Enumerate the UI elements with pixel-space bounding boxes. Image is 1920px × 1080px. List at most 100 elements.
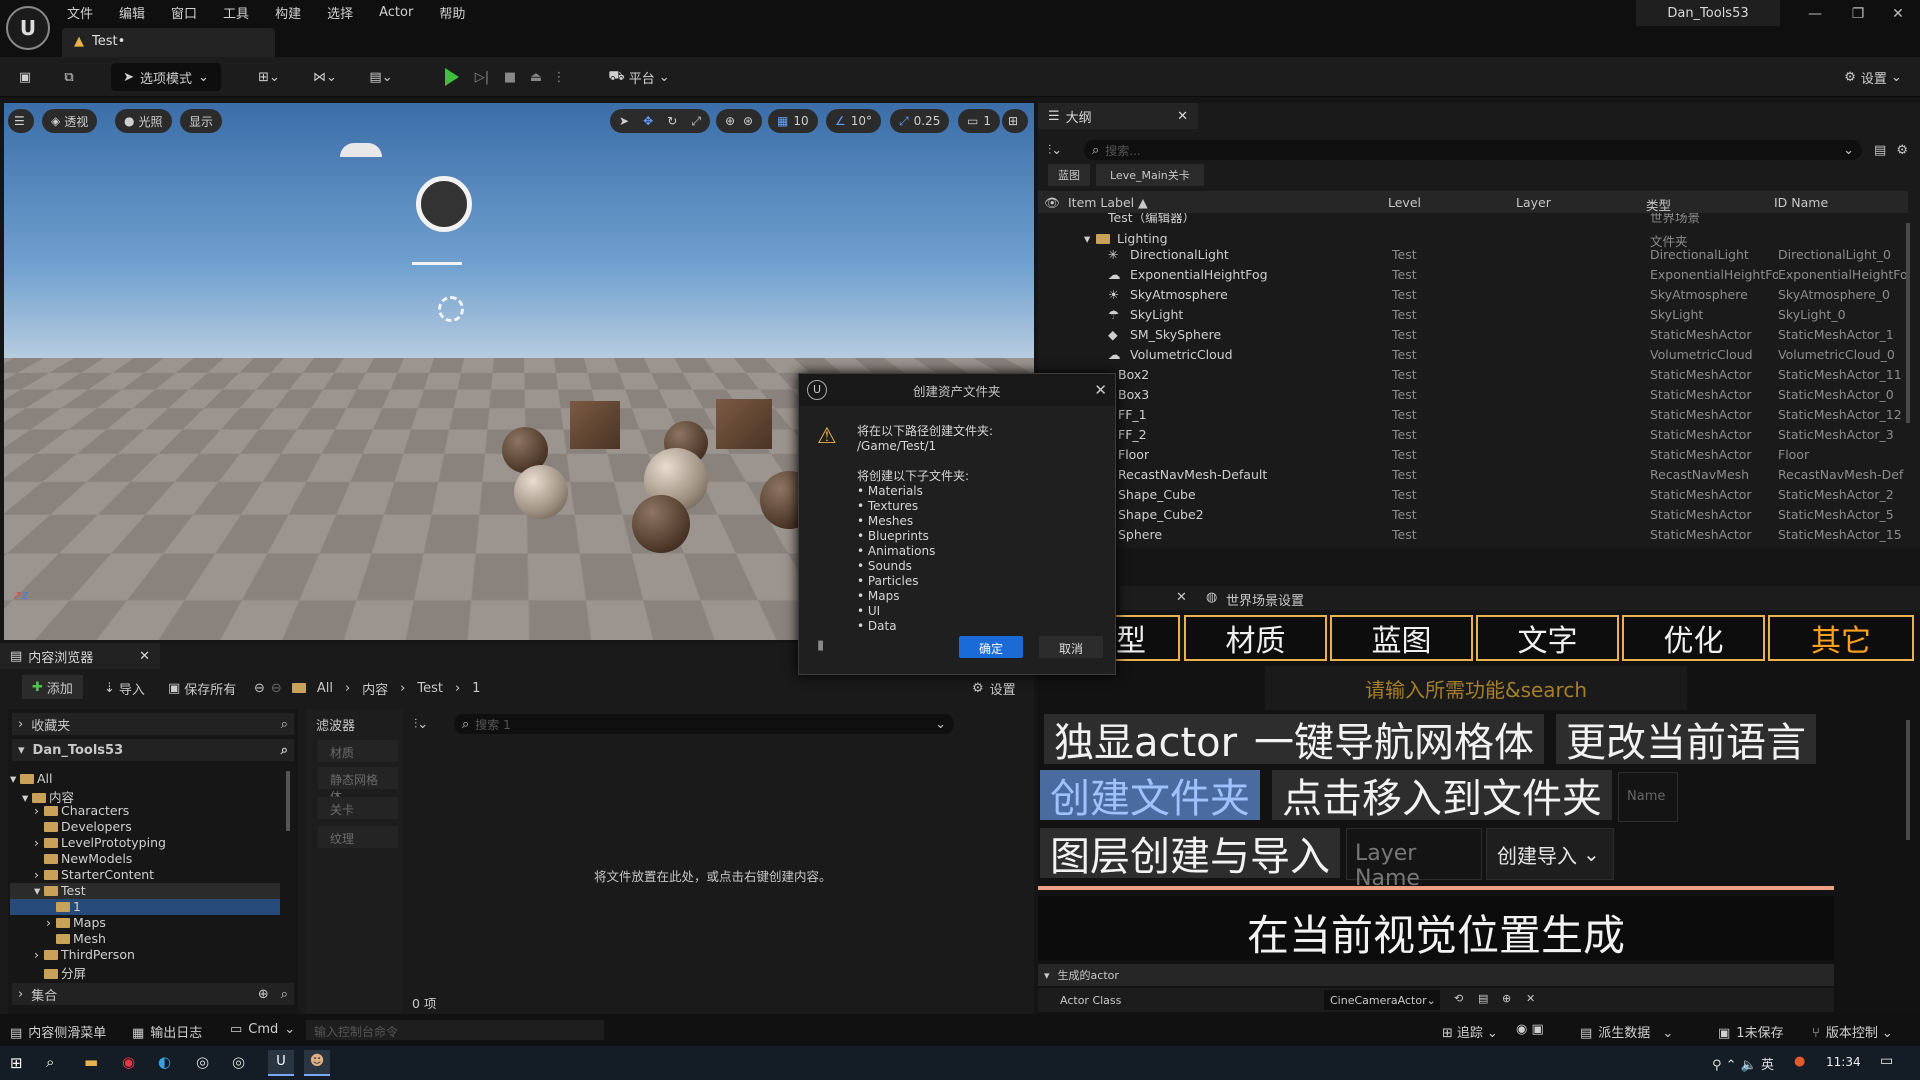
menu-edit[interactable]: 编辑: [119, 3, 145, 22]
asset-search-input[interactable]: ⌕ 搜索 1 ⌄: [454, 714, 954, 734]
app-icon[interactable]: ◎: [196, 1053, 209, 1071]
outliner-row[interactable]: Shape_Cube Test StaticMeshActor StaticMeshA…: [1038, 484, 1908, 504]
tree-folder[interactable]: ▾ 内容: [10, 787, 74, 805]
coord-tools[interactable]: ⊕ ⊛: [716, 109, 762, 133]
box-mesh[interactable]: [570, 401, 620, 449]
filter-icon[interactable]: ⫶⌄: [414, 717, 454, 732]
windows-start-icon[interactable]: ⊞: [10, 1054, 23, 1072]
tree-folder[interactable]: NewModels: [10, 851, 132, 867]
search-icon[interactable]: ⌕: [281, 717, 288, 732]
eye-icon[interactable]: 👁: [1044, 195, 1060, 211]
tree-folder[interactable]: › LevelPrototyping: [10, 835, 166, 851]
layer-name-input[interactable]: Layer Name: [1346, 828, 1482, 891]
output-log-button[interactable]: ▦ 输出日志: [132, 1022, 202, 1041]
menu-help[interactable]: 帮助: [439, 3, 465, 22]
browse-icon[interactable]: ⧉: [56, 63, 82, 91]
outliner-scrollbar[interactable]: [1906, 223, 1910, 423]
clipboard-icon[interactable]: ▮: [817, 638, 824, 653]
ok-button[interactable]: 确定: [959, 636, 1023, 658]
app-icon[interactable]: ◎: [232, 1053, 245, 1071]
category-blueprint[interactable]: 蓝图: [1330, 615, 1473, 661]
save-icon[interactable]: ▣: [12, 63, 38, 91]
mode-selector[interactable]: ➤ 选项模式 ⌄: [111, 63, 221, 91]
folder-browse-icon[interactable]: ▤: [1478, 992, 1488, 1005]
add-icon[interactable]: ⊕: [1502, 992, 1511, 1005]
clear-icon[interactable]: ✕: [1526, 992, 1535, 1005]
file-explorer-icon[interactable]: ▬: [84, 1053, 98, 1071]
menu-tools[interactable]: 工具: [223, 3, 249, 22]
filter-texture[interactable]: 纹理: [318, 826, 398, 848]
perspective-button[interactable]: ◈ 透视: [42, 109, 98, 133]
tree-folder[interactable]: › ThirdPerson: [10, 947, 135, 963]
create-folder-button[interactable]: 创建文件夹: [1040, 770, 1260, 822]
spawn-at-view-button[interactable]: 在当前视觉位置生成: [1038, 896, 1834, 960]
trace-dropdown[interactable]: ⊞ 追踪 ⌄: [1442, 1022, 1498, 1041]
outliner-root-row[interactable]: Test（编辑器） 世界场景: [1038, 213, 1908, 225]
show-button[interactable]: 显示: [180, 109, 223, 133]
spawn-section-header[interactable]: ▾ 生成的actor: [1038, 964, 1834, 986]
scale-snap[interactable]: ⤢ 0.25: [890, 109, 950, 133]
app-icon[interactable]: ☻: [304, 1050, 330, 1076]
box-mesh[interactable]: [716, 399, 772, 449]
outliner-row[interactable]: ☁ VolumetricCloud Test VolumetricCloud Volum…: [1038, 344, 1908, 364]
more-icon[interactable]: ⋮: [552, 63, 566, 91]
menu-actor[interactable]: Actor: [379, 5, 413, 20]
record-icon[interactable]: ◉ ▣: [1516, 1022, 1544, 1037]
project-header[interactable]: ▾ Dan_Tools53 ⌕: [12, 739, 294, 761]
close-icon[interactable]: ✕: [1177, 109, 1188, 124]
change-language-button[interactable]: 更改当前语言: [1556, 714, 1816, 766]
restore-icon[interactable]: ❐: [1843, 6, 1873, 22]
world-settings-tab[interactable]: 世界场景设置: [1226, 590, 1304, 609]
layout-icon[interactable]: ⊞: [1002, 109, 1028, 133]
outliner-tab[interactable]: ☰ 大纲 ✕: [1038, 103, 1198, 129]
collections-header[interactable]: › 集合 ⊕ ⌕: [12, 983, 294, 1005]
play-button[interactable]: [440, 63, 464, 91]
close-icon[interactable]: ✕: [1094, 381, 1107, 399]
scale-icon[interactable]: ⤢: [691, 114, 701, 129]
add-actor-icon[interactable]: ⊞⌄: [250, 63, 288, 91]
minimize-icon[interactable]: —: [1800, 6, 1830, 22]
platform-button[interactable]: ⛟ 平台 ⌄: [604, 63, 674, 91]
cmd-dropdown[interactable]: ▭ Cmd ⌄: [230, 1022, 295, 1037]
move-icon[interactable]: ✥: [643, 114, 653, 128]
menu-select[interactable]: 选择: [327, 3, 353, 22]
cb-settings-button[interactable]: ⚙ 设置: [972, 679, 1016, 698]
actor-class-dropdown[interactable]: CineCameraActor ⌄: [1324, 990, 1440, 1010]
outliner-row[interactable]: FF_1 Test StaticMeshActor StaticMeshActor_1…: [1038, 404, 1908, 424]
tool-search-input[interactable]: 请输入所需功能&search: [1265, 666, 1687, 710]
surface-snap-icon[interactable]: ⊛: [743, 114, 753, 128]
rotate-icon[interactable]: ↻: [667, 114, 677, 128]
save-all-button[interactable]: ▣ 保存所有: [168, 679, 236, 698]
globe-icon[interactable]: ⊕: [725, 114, 735, 128]
col-item-label[interactable]: Item Label ▲: [1068, 195, 1148, 210]
filter-chip[interactable]: Leve_Main关卡: [1096, 164, 1204, 186]
breadcrumb-item[interactable]: Test: [417, 681, 443, 696]
cinematics-icon[interactable]: ▤⌄: [362, 63, 400, 91]
blueprint-icon[interactable]: ⋈⌄: [306, 63, 344, 91]
col-type[interactable]: 类型: [1646, 195, 1671, 214]
isolate-actor-button[interactable]: 独显actor: [1044, 714, 1248, 766]
console-input[interactable]: 输入控制台命令: [306, 1020, 604, 1040]
search-icon[interactable]: ⌕: [46, 1053, 54, 1071]
skylight-gizmo[interactable]: [438, 296, 464, 322]
new-folder-icon[interactable]: ▤: [1874, 143, 1886, 158]
outliner-row[interactable]: Shape_Cube2 Test StaticMeshActor StaticMesh…: [1038, 504, 1908, 524]
tree-folder[interactable]: Mesh: [10, 931, 106, 947]
outliner-row[interactable]: Box2 Test StaticMeshActor StaticMeshActor_1…: [1038, 364, 1908, 384]
level-tab[interactable]: ▲ Test•: [62, 28, 275, 57]
cancel-button[interactable]: 取消: [1039, 636, 1103, 658]
source-control-dropdown[interactable]: ⑂ 版本控制 ⌄: [1812, 1022, 1893, 1041]
tree-folder[interactable]: › StarterContent: [10, 867, 154, 883]
add-button[interactable]: ✚ 添加: [22, 675, 83, 699]
tool-scrollbar[interactable]: [1906, 720, 1910, 840]
tree-folder[interactable]: 分屏: [10, 963, 86, 981]
outliner-row[interactable]: Floor Test StaticMeshActor Floor: [1038, 444, 1908, 464]
menu-window[interactable]: 窗口: [171, 3, 197, 22]
lighting-button[interactable]: ● 光照: [115, 109, 172, 133]
browse-icon[interactable]: ⟲: [1454, 992, 1463, 1005]
tree-folder[interactable]: 1: [10, 899, 280, 915]
outliner-row[interactable]: ☀ SkyAtmosphere Test SkyAtmosphere SkyAtmosp…: [1038, 284, 1908, 304]
breadcrumb-item[interactable]: 1: [472, 681, 480, 696]
category-optimize[interactable]: 优化: [1622, 615, 1765, 661]
outliner-row[interactable]: ☂ SkyLight Test SkyLight SkyLight_0: [1038, 304, 1908, 324]
